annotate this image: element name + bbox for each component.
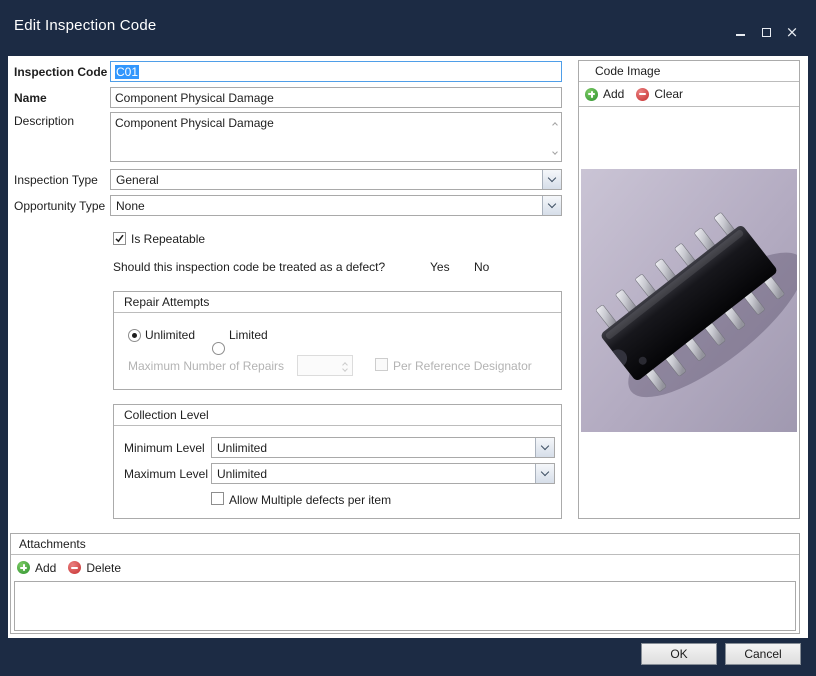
maximum-level-dropdown-button[interactable] [535,464,554,483]
scroll-down-icon[interactable] [552,149,558,155]
attachments-add-button[interactable]: Add [17,561,56,575]
defect-question-label: Should this inspection code be treated a… [113,260,385,274]
chevron-down-icon [548,174,556,182]
add-plus-icon [17,561,30,574]
per-reference-checkbox[interactable] [375,358,388,371]
collection-level-group: Collection Level Minimum Level Unlimited… [113,404,562,519]
maximum-level-label: Maximum Level [124,467,208,481]
checkmark-icon [114,233,125,244]
inspection-code-input[interactable]: C01 [110,61,562,82]
scroll-up-icon[interactable] [552,122,558,128]
window-controls: × [732,24,800,40]
collection-level-header: Collection Level [114,405,561,426]
ok-button-label: OK [670,647,687,661]
code-image-header: Code Image [579,61,799,82]
minimum-level-label: Minimum Level [124,441,205,455]
collection-level-title: Collection Level [124,408,209,422]
dialog-content: Inspection Code C01 Name Component Physi… [8,56,808,638]
inspection-type-label: Inspection Type [14,173,98,187]
ic-chip-image [581,169,797,432]
close-icon: × [786,25,799,39]
maximize-icon [762,28,771,37]
opportunity-type-select[interactable]: None [110,195,562,216]
code-image-add-button[interactable]: Add [585,87,624,101]
attachments-list[interactable] [14,581,796,631]
edit-inspection-code-dialog: { "window": { "title": "Edit Inspection … [0,0,816,676]
code-image-group: Code Image Add Clear [578,60,800,519]
defect-no-label: No [474,260,489,274]
code-image-clear-label: Clear [654,87,683,101]
description-input[interactable]: Component Physical Damage [110,112,562,162]
max-repairs-label: Maximum Number of Repairs [128,359,284,373]
attachments-add-label: Add [35,561,56,575]
name-input[interactable]: Component Physical Damage [110,87,562,108]
inspection-code-value: C01 [115,65,139,79]
max-repairs-spinner[interactable] [297,355,353,376]
inspection-code-label: Inspection Code [14,65,107,79]
code-image-clear-button[interactable]: Clear [636,87,683,101]
is-repeatable-label: Is Repeatable [131,232,205,246]
inspection-type-dropdown-button[interactable] [542,170,561,189]
opportunity-type-value: None [111,196,542,215]
inspection-type-value: General [111,170,542,189]
attachments-toolbar: Add Delete [11,555,799,580]
unlimited-radio[interactable] [128,329,141,342]
code-image-photo [581,169,797,432]
cancel-button-label: Cancel [744,647,781,661]
is-repeatable-checkbox[interactable] [113,232,126,245]
chevron-down-icon [541,442,549,450]
minimize-button[interactable] [732,24,748,40]
attachments-title: Attachments [19,537,86,551]
minimum-level-dropdown-button[interactable] [535,438,554,457]
minimum-level-value: Unlimited [212,438,535,457]
code-image-add-label: Add [603,87,624,101]
minimize-icon [736,34,745,36]
chevron-down-icon [541,468,549,476]
spinner-down-icon [342,366,348,372]
per-reference-label: Per Reference Designator [393,359,532,373]
repair-attempts-group: Repair Attempts Unlimited Limited Maximu… [113,291,562,390]
limited-label: Limited [229,328,268,342]
attachments-delete-label: Delete [86,561,121,575]
maximum-level-value: Unlimited [212,464,535,483]
window-title: Edit Inspection Code [14,17,156,34]
minimum-level-select[interactable]: Unlimited [211,437,555,458]
allow-multiple-defects-label: Allow Multiple defects per item [229,493,391,507]
name-value: Component Physical Damage [115,91,274,105]
attachments-delete-button[interactable]: Delete [68,561,121,575]
clear-minus-icon [636,88,649,101]
cancel-button[interactable]: Cancel [725,643,801,665]
spinner-buttons[interactable] [343,360,347,371]
name-label: Name [14,91,47,105]
chevron-down-icon [548,200,556,208]
inspection-type-select[interactable]: General [110,169,562,190]
ok-button[interactable]: OK [641,643,717,665]
limited-radio[interactable] [212,342,225,355]
description-value: Component Physical Damage [115,116,274,130]
attachments-group: Attachments Add Delete [10,533,800,634]
allow-multiple-defects-checkbox[interactable] [211,492,224,505]
delete-minus-icon [68,561,81,574]
code-image-title: Code Image [595,64,660,78]
close-button[interactable]: × [784,24,800,40]
repair-attempts-title: Repair Attempts [124,295,209,309]
opportunity-type-label: Opportunity Type [14,199,105,213]
code-image-toolbar: Add Clear [579,82,799,107]
add-plus-icon [585,88,598,101]
description-label: Description [14,114,74,128]
unlimited-label: Unlimited [145,328,195,342]
title-bar[interactable]: Edit Inspection Code × [0,0,816,56]
attachments-header: Attachments [11,534,799,555]
defect-yes-label: Yes [430,260,450,274]
maximum-level-select[interactable]: Unlimited [211,463,555,484]
opportunity-type-dropdown-button[interactable] [542,196,561,215]
maximize-button[interactable] [758,24,774,40]
repair-attempts-header: Repair Attempts [114,292,561,313]
